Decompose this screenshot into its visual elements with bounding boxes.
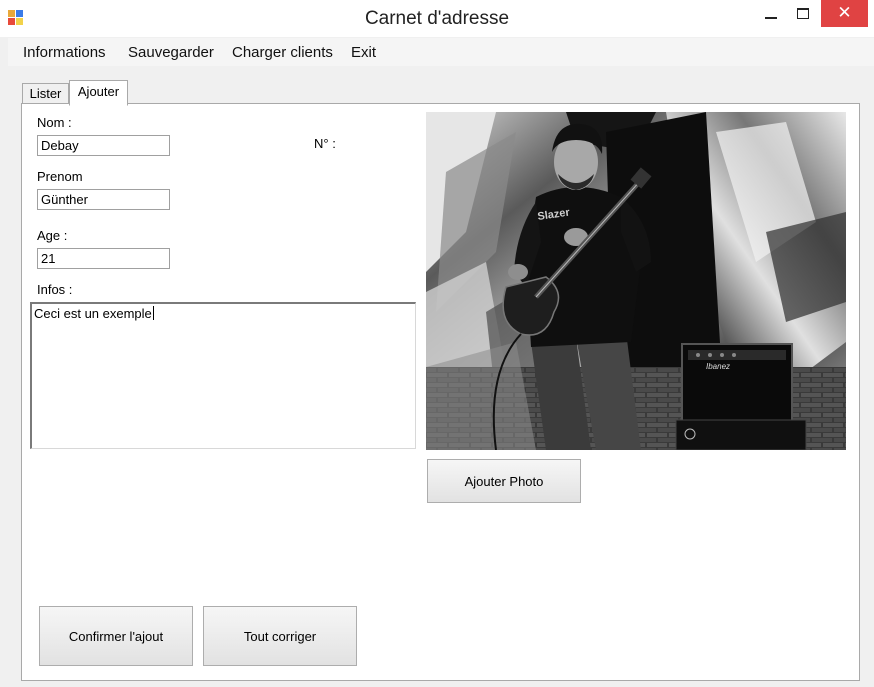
nom-label: Nom : xyxy=(37,115,72,130)
photo-illustration: Ibanez Slazer xyxy=(426,112,846,450)
tout-corriger-button[interactable]: Tout corriger xyxy=(203,606,357,666)
close-icon: ✕ xyxy=(837,3,852,23)
menu-exit[interactable]: Exit xyxy=(351,44,376,61)
numero-label: N° : xyxy=(314,136,336,151)
title-bar: Carnet d'adresse ✕ xyxy=(0,0,874,37)
amp-brand-label: Ibanez xyxy=(706,362,730,371)
nom-field[interactable] xyxy=(37,135,170,156)
infos-textarea[interactable]: Ceci est un exemple xyxy=(30,302,416,449)
minimize-button[interactable] xyxy=(757,0,785,28)
tab-ajouter[interactable]: Ajouter xyxy=(69,80,128,106)
ajouter-photo-button[interactable]: Ajouter Photo xyxy=(427,459,581,503)
prenom-label: Prenom xyxy=(37,169,83,184)
menu-bar: Informations Sauvegarder Charger clients… xyxy=(8,38,874,66)
menu-charger-clients[interactable]: Charger clients xyxy=(232,44,333,61)
age-field[interactable] xyxy=(37,248,170,269)
confirmer-ajout-button[interactable]: Confirmer l'ajout xyxy=(39,606,193,666)
infos-text: Ceci est un exemple xyxy=(34,306,152,321)
infos-label: Infos : xyxy=(37,282,73,297)
menu-sauvegarder[interactable]: Sauvegarder xyxy=(128,44,214,61)
tab-lister[interactable]: Lister xyxy=(22,83,69,104)
age-label: Age : xyxy=(37,228,68,243)
maximize-button[interactable] xyxy=(789,0,817,28)
text-caret xyxy=(152,306,154,320)
window-title: Carnet d'adresse xyxy=(364,8,510,29)
menu-informations[interactable]: Informations xyxy=(23,44,106,61)
prenom-field[interactable] xyxy=(37,189,170,210)
contact-photo: Ibanez Slazer xyxy=(426,112,846,450)
close-button[interactable]: ✕ xyxy=(821,0,868,27)
